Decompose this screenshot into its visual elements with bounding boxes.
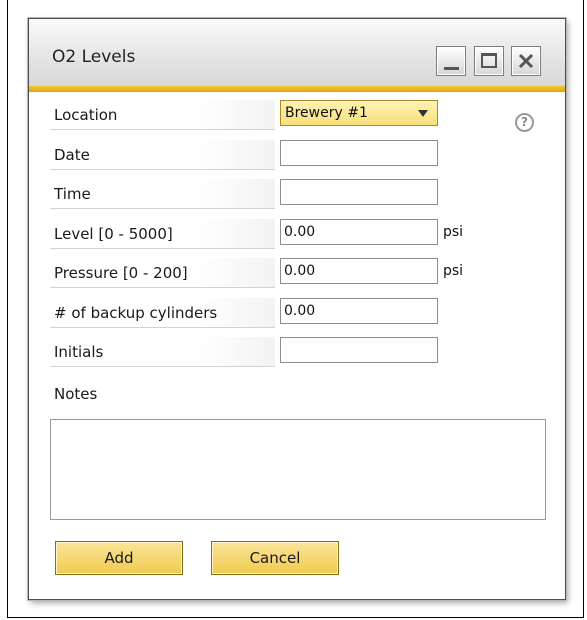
date-field[interactable] — [280, 140, 438, 166]
date-label: Date — [50, 140, 275, 170]
date-row: Date — [50, 140, 500, 172]
close-button[interactable] — [511, 46, 541, 76]
add-button[interactable]: Add — [55, 541, 183, 575]
minimize-icon — [444, 67, 459, 70]
pressure-label: Pressure [0 - 200] — [50, 258, 275, 288]
window-title: O2 Levels — [52, 47, 136, 67]
pressure-field[interactable]: 0.00 — [280, 258, 438, 284]
cancel-button[interactable]: Cancel — [211, 541, 339, 575]
backup-cylinders-label: # of backup cylinders — [50, 298, 275, 328]
initials-label: Initials — [50, 337, 275, 367]
help-icon[interactable]: ? — [515, 113, 534, 132]
pressure-unit: psi — [443, 263, 464, 279]
location-select[interactable]: Brewery #1 — [280, 100, 438, 126]
backup-cylinders-field[interactable]: 0.00 — [280, 298, 438, 324]
backup-cylinders-row: # of backup cylinders 0.00 — [50, 298, 500, 330]
minimize-button[interactable] — [436, 46, 466, 76]
time-label: Time — [50, 179, 275, 209]
maximize-button[interactable] — [474, 46, 504, 76]
initials-row: Initials — [50, 337, 500, 369]
location-label: Location — [50, 100, 275, 130]
maximize-icon — [481, 53, 497, 68]
level-row: Level [0 - 5000] 0.00 psi — [50, 219, 500, 251]
time-field[interactable] — [280, 179, 438, 205]
level-field[interactable]: 0.00 — [280, 219, 438, 245]
screenshot-frame: O2 Levels ? Location Brewery #1 Date Tim… — [7, 0, 584, 618]
notes-textarea[interactable] — [50, 419, 546, 520]
level-unit: psi — [443, 224, 464, 240]
location-value: Brewery #1 — [285, 105, 368, 121]
chevron-down-icon[interactable] — [418, 110, 428, 117]
title-accent-bar — [29, 86, 565, 92]
initials-field[interactable] — [280, 337, 438, 363]
title-bar[interactable]: O2 Levels — [29, 19, 565, 86]
pressure-row: Pressure [0 - 200] 0.00 psi — [50, 258, 500, 290]
o2-levels-dialog: O2 Levels ? Location Brewery #1 Date Tim… — [28, 18, 566, 600]
level-label: Level [0 - 5000] — [50, 219, 275, 249]
location-row: Location Brewery #1 — [50, 100, 500, 132]
time-row: Time — [50, 179, 500, 211]
notes-label: Notes — [54, 385, 98, 403]
